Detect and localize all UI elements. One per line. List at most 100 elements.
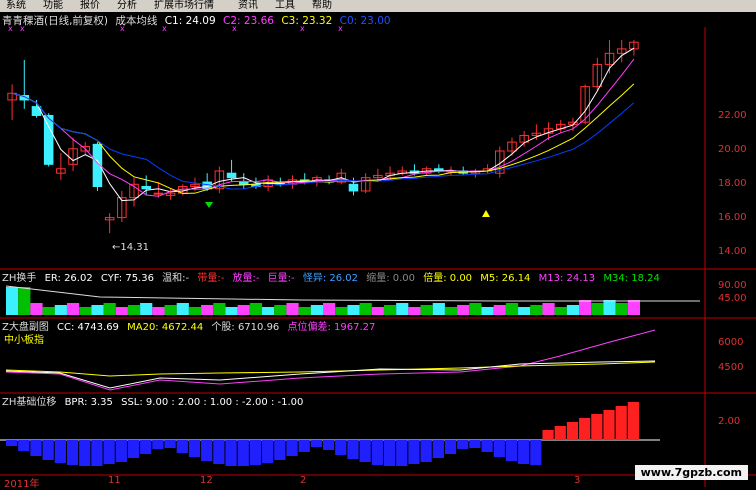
volume-bar	[566, 305, 580, 315]
bpr-tick-1: 2.00	[718, 416, 741, 427]
bpr-bar	[505, 440, 518, 461]
cost-ma-lines	[11, 47, 635, 202]
bpr-bar	[140, 440, 152, 454]
svg-text:x: x	[338, 24, 343, 33]
date-2011: 2011年	[4, 479, 40, 490]
volume-bar	[286, 303, 299, 315]
bpr-bar	[542, 430, 554, 440]
price-tick-5: 14.00	[718, 246, 747, 257]
volume-bar	[6, 287, 19, 315]
volume-bar	[18, 287, 31, 315]
index-ma20: MA20: 4672.44	[127, 322, 204, 333]
vol-m13: M13: 24.13	[538, 273, 596, 284]
bpr-bar	[530, 440, 542, 465]
volume-bar	[335, 307, 348, 315]
ssl-value: SSL: 9.00 : 2.00 : 1.00 : -2.00 : -1.00	[121, 397, 304, 408]
bpr-panel-name: ZH基础位移	[2, 397, 57, 408]
bpr-bar	[225, 440, 237, 466]
bpr-bar	[42, 440, 54, 460]
candle-body	[238, 181, 249, 185]
volume-bar	[579, 300, 592, 315]
volume-bar	[127, 305, 141, 315]
volume-bar	[420, 305, 433, 315]
stock-index-line	[5, 329, 656, 391]
volume-bar	[542, 303, 555, 315]
buy-signal-marker	[205, 202, 213, 208]
bpr-bar	[262, 440, 274, 463]
volume-bar	[249, 303, 263, 315]
vol-tick-2: 45.00	[718, 293, 747, 304]
svg-text:x: x	[20, 24, 25, 33]
ma20-line	[5, 361, 656, 377]
volume-bar	[591, 303, 604, 315]
volume-bar	[103, 303, 116, 315]
bpr-bar	[30, 440, 42, 456]
bpr-bar	[615, 406, 627, 440]
svg-text:x: x	[8, 24, 13, 33]
bpr-bar	[518, 440, 530, 464]
volume-bar	[518, 307, 531, 315]
bpr-bar	[566, 422, 579, 440]
bpr-bar	[591, 414, 603, 440]
bpr-bar	[18, 440, 30, 451]
volume-bar	[115, 307, 128, 315]
date-11: 11	[108, 475, 121, 486]
candle-body	[43, 114, 54, 165]
vol-with: 带量:-	[197, 273, 225, 284]
vol-release: 放量:-	[232, 273, 260, 284]
price-tick-4: 16.00	[718, 212, 747, 223]
bpr-bar	[66, 440, 79, 465]
volume-bar	[201, 305, 214, 315]
volume-bar	[408, 307, 421, 315]
bpr-bar	[481, 440, 493, 452]
signal-markers: xx xx xx x	[8, 24, 343, 33]
volume-bar	[457, 305, 470, 315]
bpr-bar	[237, 440, 249, 466]
index-cc: CC: 4743.69	[57, 322, 119, 333]
index-lines	[5, 329, 656, 391]
index-panel-legend: Z大盘副图 CC: 4743.69 MA20: 4672.44 个股: 6710…	[2, 318, 380, 333]
volume-bar	[91, 305, 104, 315]
bpr-value: BPR: 3.35	[64, 397, 113, 408]
volume-bar	[176, 303, 189, 315]
bpr-bar	[54, 440, 66, 463]
bpr-bar	[201, 440, 213, 461]
index-deviation: 点位偏差: 1967.27	[287, 322, 376, 333]
volume-bar	[432, 303, 445, 315]
price-tick-1: 22.00	[718, 110, 747, 121]
bpr-bar	[408, 440, 420, 464]
volume-bar	[225, 307, 238, 315]
bpr-bar	[249, 440, 262, 465]
bpr-bar	[347, 440, 359, 459]
vol-panel-name: ZH换手	[2, 273, 37, 284]
bpr-bar	[457, 440, 469, 449]
bpr-bar	[286, 440, 298, 456]
vol-m5: M5: 26.14	[480, 273, 531, 284]
volume-bar	[469, 303, 482, 315]
volume-bar	[213, 303, 226, 315]
volume-ma-line	[5, 285, 700, 302]
volume-bar	[371, 307, 384, 315]
svg-text:x: x	[232, 24, 237, 33]
vol-m34: M34: 18.24	[603, 273, 660, 284]
volume-bar	[42, 307, 55, 315]
svg-text:x: x	[300, 24, 305, 33]
bpr-bar	[310, 440, 322, 447]
bpr-bar	[213, 440, 225, 464]
bpr-bar	[371, 440, 383, 465]
bpr-bar	[115, 440, 127, 462]
watermark: www.7gpzb.com	[607, 465, 756, 487]
volume-bar	[188, 307, 202, 315]
bpr-panel-legend: ZH基础位移 BPR: 3.35 SSL: 9.00 : 2.00 : 1.00…	[2, 393, 308, 408]
bpr-bar	[79, 440, 91, 466]
volume-bar	[274, 305, 287, 315]
candle-body	[348, 183, 359, 192]
bpr-bar	[444, 440, 457, 454]
bpr-bar	[359, 440, 371, 462]
vol-mild: 温和:-	[162, 273, 190, 284]
bpr-bar	[396, 440, 408, 466]
bpr-bar	[91, 440, 103, 466]
bpr-bar	[603, 410, 615, 440]
bpr-bar	[103, 440, 115, 464]
bpr-bar	[579, 418, 591, 440]
